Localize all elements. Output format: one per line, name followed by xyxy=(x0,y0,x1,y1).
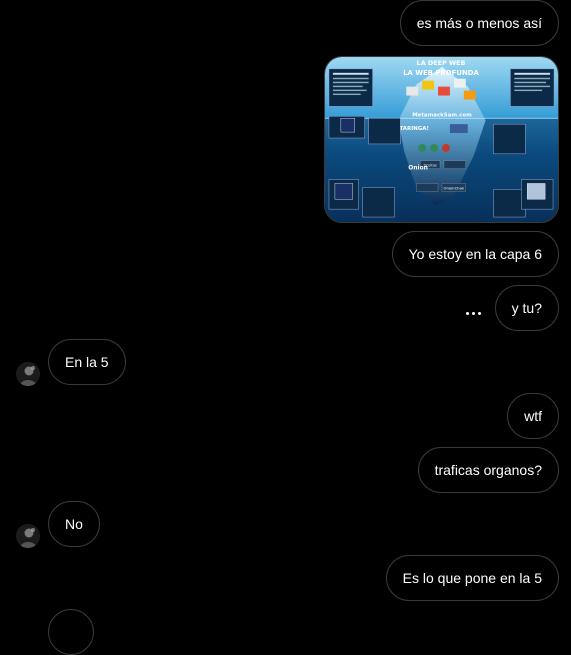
message-bubble[interactable]: No xyxy=(48,501,100,547)
message-text: wtf xyxy=(524,408,542,424)
image-title-2: LA WEB PROFUNDA xyxy=(403,69,479,77)
typing-dot xyxy=(466,311,469,315)
message-bubble[interactable]: wtf xyxy=(507,393,559,439)
image-label-taringa: TARINGA! xyxy=(399,126,428,132)
message-text: es más o menos así xyxy=(416,15,542,31)
typing-dot xyxy=(478,311,481,315)
typing-dot xyxy=(472,311,475,315)
image-label-onionchan: OnionChan xyxy=(444,186,465,190)
message-text: Yo estoy en la capa 6 xyxy=(408,246,542,262)
chat-thread: es más o menos así LA DEEP WEB LA WEB PR… xyxy=(0,0,571,655)
message-text: No xyxy=(65,516,83,532)
message-bubble[interactable]: Es lo que pone en la 5 xyxy=(385,555,559,601)
message-bubble[interactable]: En la 5 xyxy=(48,339,126,385)
image-watermark: MetamackSam.com xyxy=(412,112,472,118)
message-bubble[interactable]: es más o menos así xyxy=(399,0,559,46)
avatar[interactable] xyxy=(16,362,40,386)
image-message[interactable]: LA DEEP WEB LA WEB PROFUNDA MetamackSam.… xyxy=(324,56,559,223)
message-bubble[interactable]: traficas organos? xyxy=(417,447,559,493)
message-text: En la 5 xyxy=(65,354,109,370)
message-text: y tu? xyxy=(511,300,542,316)
message-text: traficas organos? xyxy=(434,462,542,478)
avatar[interactable] xyxy=(16,524,40,548)
message-bubble[interactable]: y tu? xyxy=(494,285,559,331)
message-bubble[interactable]: Yo estoy en la capa 6 xyxy=(391,231,559,277)
image-title-1: LA DEEP WEB xyxy=(417,59,466,67)
message-text: Es lo que pone en la 5 xyxy=(402,570,542,586)
avatar-icon xyxy=(16,362,40,386)
message-bubble-partial[interactable] xyxy=(48,609,94,655)
deep-web-iceberg-image: LA DEEP WEB LA WEB PROFUNDA MetamackSam.… xyxy=(325,57,558,222)
avatar-icon xyxy=(16,524,40,548)
image-label-ocultos: Ocultos xyxy=(424,164,437,168)
typing-indicator-icon xyxy=(466,306,481,320)
